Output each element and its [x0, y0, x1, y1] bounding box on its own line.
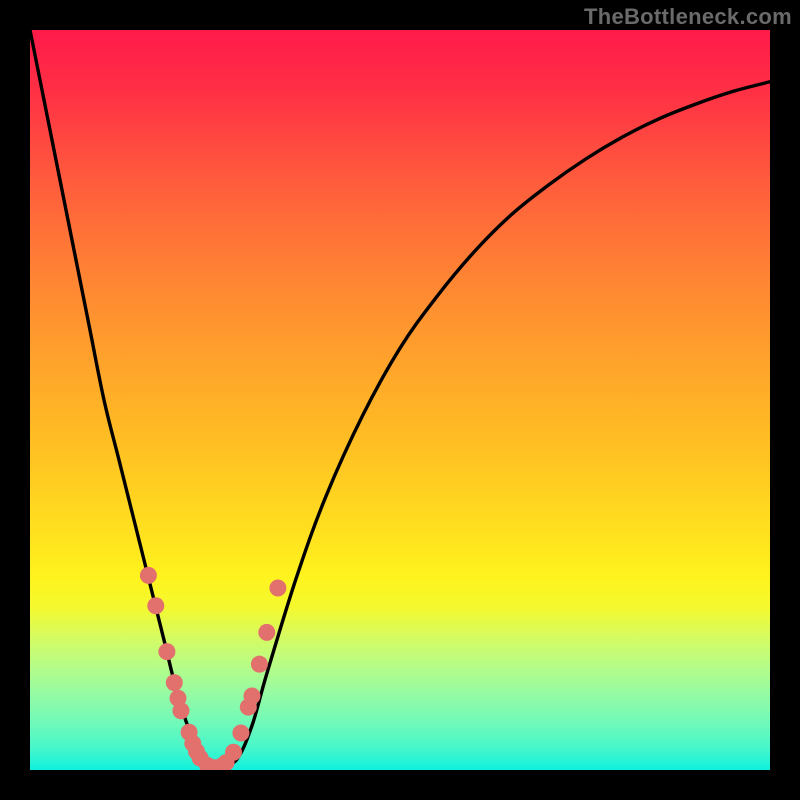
- sample-point: [147, 597, 164, 614]
- sample-point: [232, 725, 249, 742]
- sample-point: [258, 624, 275, 641]
- curve-layer: [30, 30, 770, 770]
- sample-point: [269, 579, 286, 596]
- sample-point: [166, 674, 183, 691]
- sample-point: [225, 744, 242, 761]
- chart-frame: TheBottleneck.com: [0, 0, 800, 800]
- sample-point: [158, 643, 175, 660]
- bottleneck-curve: [30, 30, 770, 768]
- sample-point: [251, 656, 268, 673]
- sample-point: [244, 688, 261, 705]
- sample-point: [172, 702, 189, 719]
- sample-points: [140, 567, 287, 770]
- watermark-text: TheBottleneck.com: [584, 4, 792, 30]
- sample-point: [140, 567, 157, 584]
- plot-area: [30, 30, 770, 770]
